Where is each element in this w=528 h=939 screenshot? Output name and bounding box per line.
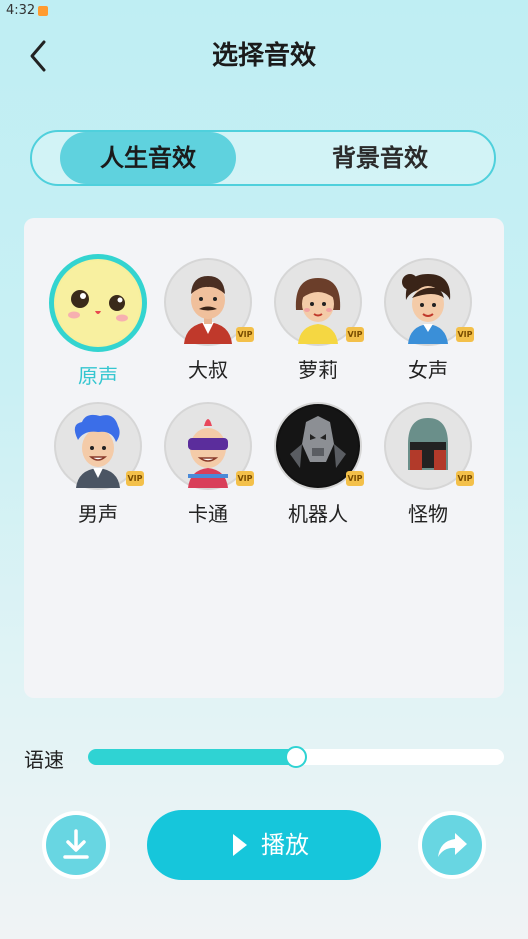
avatar: VIP bbox=[384, 258, 474, 346]
effect-cartoon[interactable]: VIP 卡通 bbox=[158, 402, 258, 527]
tab-human-effects[interactable]: 人生音效 bbox=[60, 132, 236, 184]
effects-panel: 原声 VIP 大叔 VIP 萝莉 VIP 女声 VIP 男声 VIP 卡通 VI… bbox=[24, 218, 504, 698]
effect-label: 机器人 bbox=[288, 502, 348, 526]
share-button[interactable] bbox=[422, 815, 482, 875]
download-button[interactable] bbox=[46, 815, 106, 875]
avatar bbox=[49, 254, 147, 352]
tab-background-effects[interactable]: 背景音效 bbox=[262, 132, 498, 184]
vip-badge: VIP bbox=[236, 327, 254, 342]
effect-label: 男声 bbox=[78, 502, 118, 526]
download-icon bbox=[63, 829, 89, 859]
avatar: VIP bbox=[54, 402, 144, 490]
play-icon bbox=[233, 834, 247, 856]
vip-badge: VIP bbox=[346, 327, 364, 342]
notification-app-icon bbox=[38, 6, 48, 16]
cute-face-icon bbox=[56, 261, 140, 345]
status-bar: 4:32 bbox=[0, 0, 528, 22]
vip-badge: VIP bbox=[346, 471, 364, 486]
avatar: VIP bbox=[164, 258, 254, 346]
tab-switch: 人生音效 背景音效 bbox=[30, 130, 496, 186]
avatar: VIP bbox=[164, 402, 254, 490]
effect-label: 怪物 bbox=[408, 502, 448, 526]
effect-robot[interactable]: VIP 机器人 bbox=[268, 402, 368, 527]
effect-female[interactable]: VIP 女声 bbox=[378, 258, 478, 383]
effect-label: 女声 bbox=[408, 358, 448, 382]
vip-badge: VIP bbox=[456, 471, 474, 486]
effect-label: 卡通 bbox=[188, 502, 228, 526]
effect-original[interactable]: 原声 bbox=[48, 254, 148, 389]
effect-monster[interactable]: VIP 怪物 bbox=[378, 402, 478, 527]
effect-loli[interactable]: VIP 萝莉 bbox=[268, 258, 368, 383]
page-title: 选择音效 bbox=[211, 41, 316, 71]
speed-label: 语速 bbox=[24, 748, 64, 772]
status-time: 4:32 bbox=[6, 3, 36, 18]
effect-label: 原声 bbox=[78, 364, 118, 388]
share-icon bbox=[438, 833, 467, 857]
vip-badge: VIP bbox=[456, 327, 474, 342]
effect-label: 萝莉 bbox=[298, 358, 338, 382]
slider-thumb[interactable] bbox=[285, 746, 307, 768]
speed-slider[interactable] bbox=[88, 746, 504, 768]
play-button[interactable]: 播放 bbox=[147, 810, 381, 880]
play-label: 播放 bbox=[261, 831, 309, 859]
effect-uncle[interactable]: VIP 大叔 bbox=[158, 258, 258, 383]
avatar: VIP bbox=[274, 402, 364, 490]
vip-badge: VIP bbox=[126, 471, 144, 486]
avatar: VIP bbox=[274, 258, 364, 346]
slider-fill bbox=[88, 749, 296, 765]
effect-male[interactable]: VIP 男声 bbox=[48, 402, 148, 527]
avatar: VIP bbox=[384, 402, 474, 490]
effect-label: 大叔 bbox=[188, 358, 228, 382]
vip-badge: VIP bbox=[236, 471, 254, 486]
header: 选择音效 bbox=[0, 28, 528, 84]
